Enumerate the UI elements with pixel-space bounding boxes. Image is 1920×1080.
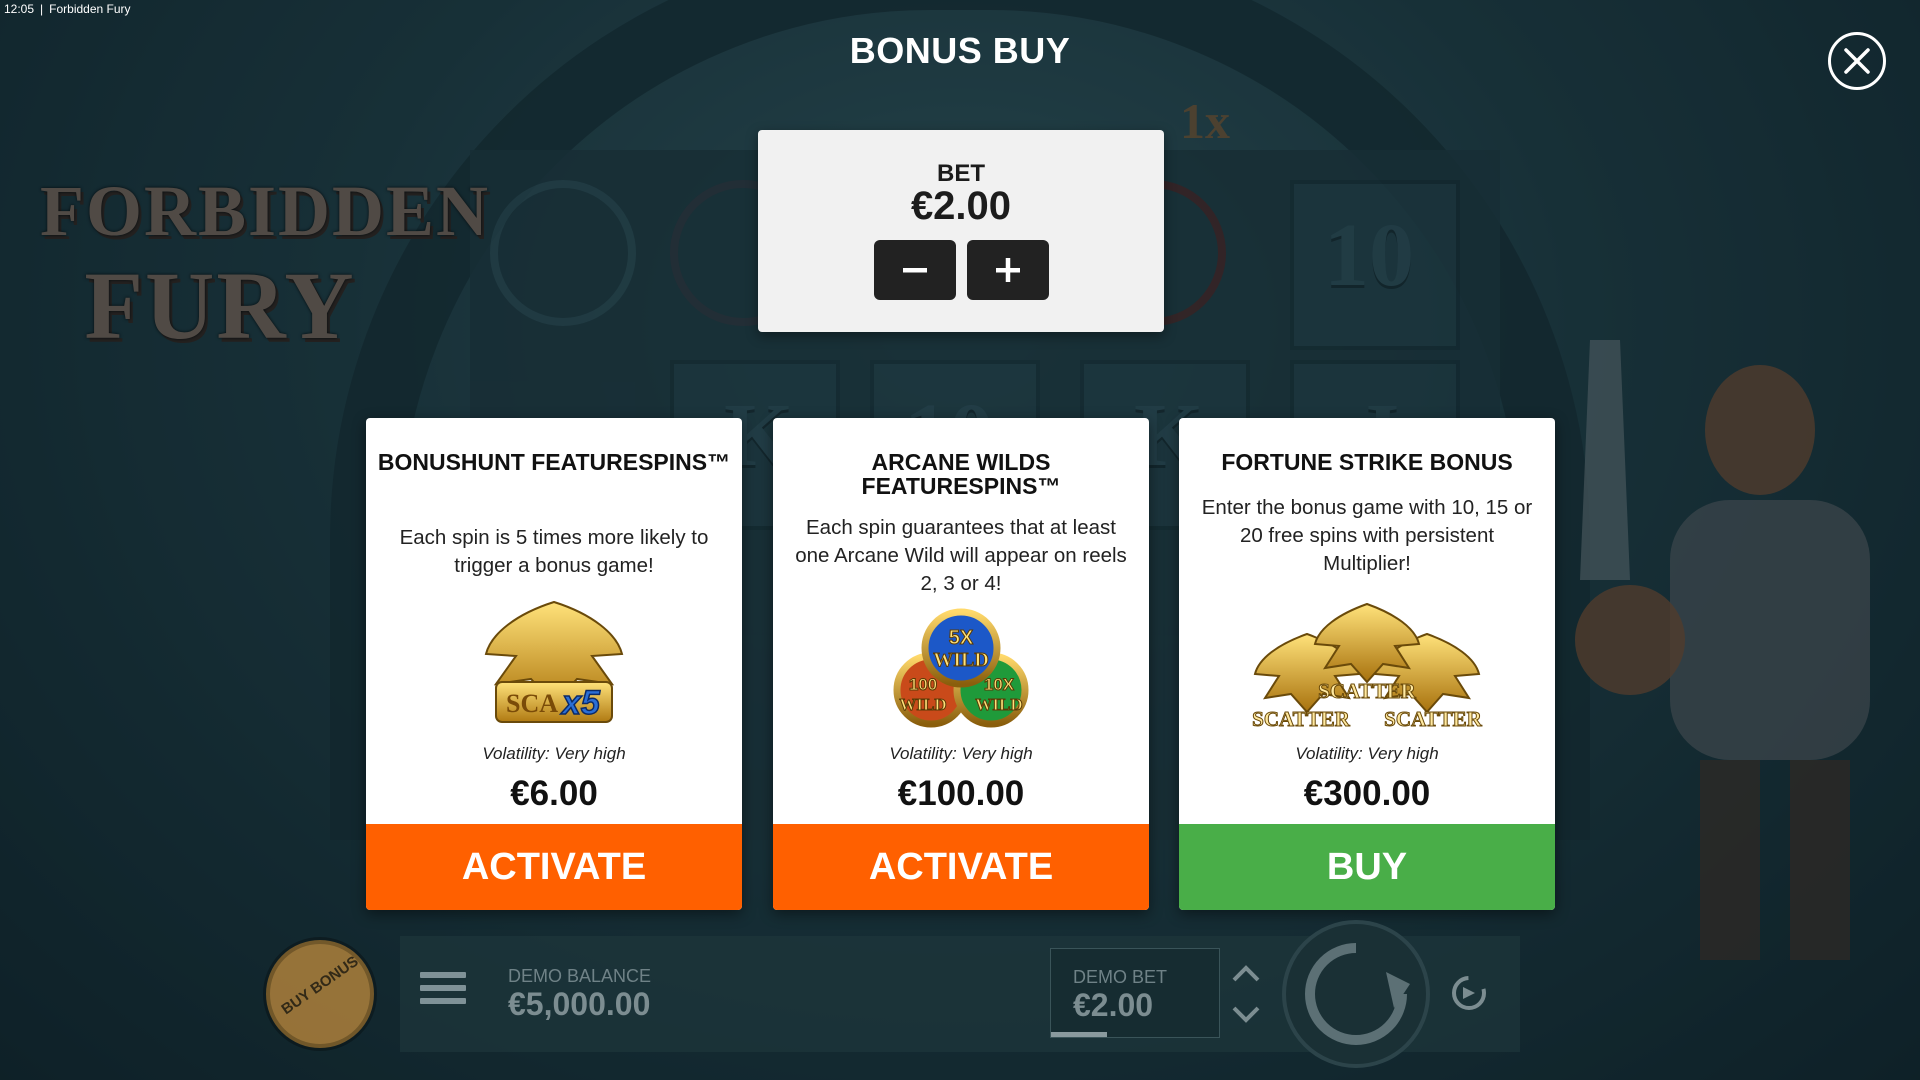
art-text: 5X xyxy=(949,627,974,649)
card-description: Each spin is 5 times more likely to trig… xyxy=(399,526,709,577)
decrease-bet-button[interactable] xyxy=(874,240,956,300)
bonus-card-arcane-wilds: ARCANE WILDS FEATURESPINS™ Each spin gua… xyxy=(773,418,1149,910)
art-text: WILD xyxy=(933,649,989,671)
card-price: €100.00 xyxy=(897,774,1025,813)
plus-icon xyxy=(996,258,1020,282)
demo-bet-label: DEMO BET xyxy=(1073,967,1168,987)
balance-value: €5,000.00 xyxy=(508,986,651,1022)
close-button[interactable] xyxy=(1828,32,1886,90)
triple-scatter-eagles-icon: SCATTER SCATTER SCATTER xyxy=(1252,602,1483,732)
hamburger-line xyxy=(420,998,466,1004)
status-time: 12:05 xyxy=(4,2,35,16)
card-volatility: Volatility: Very high xyxy=(889,744,1033,763)
art-text: x5 xyxy=(560,684,601,722)
status-app-title: Forbidden Fury xyxy=(49,2,131,16)
art-text: SCATTER xyxy=(1252,707,1350,731)
status-separator: | xyxy=(40,2,44,16)
art-text: SCATTER xyxy=(1384,707,1482,731)
card-description: Enter the bonus game with 10, 15 or 20 f… xyxy=(1201,496,1533,575)
bonus-card-bonushunt: BONUSHUNT FEATURESPINS™ Each spin is 5 t… xyxy=(366,418,742,910)
spin-button[interactable] xyxy=(1282,920,1430,1068)
balance-label: DEMO BALANCE xyxy=(508,966,652,986)
card-volatility: Volatility: Very high xyxy=(1295,744,1439,763)
activate-bonushunt-button[interactable]: ACTIVATE xyxy=(366,824,742,910)
art-text: SCATTER xyxy=(1318,679,1416,703)
close-icon xyxy=(1844,48,1870,74)
increase-bet-button[interactable] xyxy=(967,240,1049,300)
dialog-title: BONUS BUY xyxy=(849,30,1071,71)
menu-button[interactable] xyxy=(420,972,466,1014)
arcane-wild-orbs-icon: 5X WILD 100 WILD 10X WILD xyxy=(893,608,1029,728)
art-text: 100 xyxy=(909,675,937,694)
art-text: 10X xyxy=(984,675,1015,694)
hamburger-menu-icon xyxy=(420,972,466,978)
card-price: €6.00 xyxy=(510,774,598,813)
card-price: €300.00 xyxy=(1303,774,1431,813)
activate-arcane-wilds-button[interactable]: ACTIVATE xyxy=(773,824,1149,910)
minus-icon xyxy=(903,268,927,273)
status-bar: 12:05 | Forbidden Fury xyxy=(4,2,131,16)
art-text: WILD xyxy=(975,695,1022,714)
bet-level-bar xyxy=(1051,1032,1107,1037)
art-text: WILD xyxy=(899,695,946,714)
eagle-scatter-x5-icon: SCA x5 xyxy=(484,600,624,723)
card-title: BONUSHUNT FEATURESPINS™ xyxy=(377,449,731,475)
card-description: Each spin guarantees that at least one A… xyxy=(795,516,1127,595)
buy-fortune-strike-button[interactable]: BUY xyxy=(1179,824,1555,910)
hamburger-line xyxy=(420,985,466,991)
buy-bonus-button[interactable]: BUY BONUS xyxy=(266,940,374,1048)
bet-panel: BET €2.00 xyxy=(758,130,1164,332)
spin-arrow-icon xyxy=(1305,943,1410,1045)
demo-bet-value: €2.00 xyxy=(1073,987,1154,1023)
autoplay-icon[interactable] xyxy=(1446,970,1492,1016)
demo-bet-display: DEMO BET €2.00 xyxy=(1050,948,1220,1038)
card-title: ARCANE WILDS FEATURESPINS™ xyxy=(861,449,1061,499)
bet-value: €2.00 xyxy=(910,184,1012,228)
bonus-card-fortune-strike: FORTUNE STRIKE BONUS Enter the bonus gam… xyxy=(1179,418,1555,910)
buy-bonus-label: BUY BONUS xyxy=(278,952,362,1019)
chevron-up-down-icon[interactable] xyxy=(1226,958,1266,1030)
card-volatility: Volatility: Very high xyxy=(482,744,626,763)
card-title: FORTUNE STRIKE BONUS xyxy=(1221,449,1513,475)
art-text: SCA xyxy=(506,689,558,718)
